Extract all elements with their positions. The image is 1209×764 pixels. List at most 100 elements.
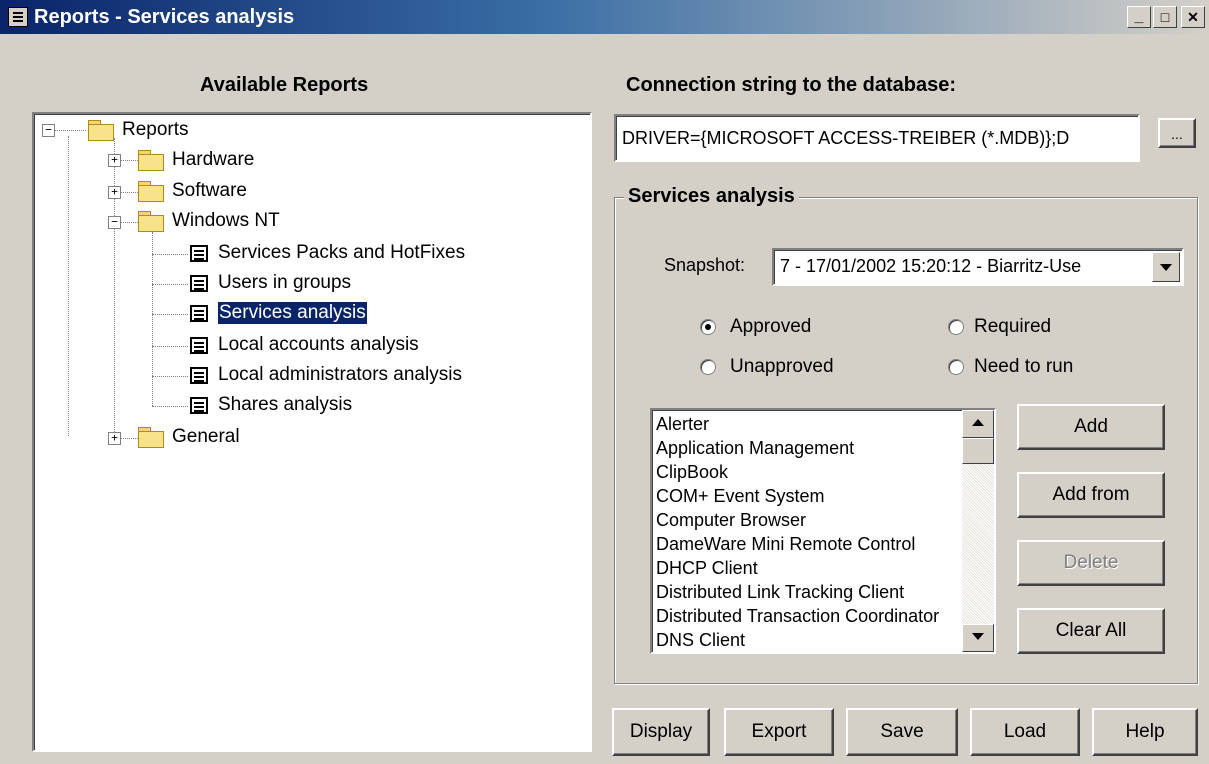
window-title: Reports - Services analysis bbox=[34, 6, 295, 28]
reports-tree[interactable]: − + + − + Reports Hardware Software Wind… bbox=[32, 112, 592, 752]
list-item[interactable]: Alerter bbox=[656, 412, 962, 436]
tree-node-label: Software bbox=[172, 180, 247, 201]
folder-icon bbox=[138, 427, 164, 448]
radio-icon bbox=[700, 359, 716, 375]
services-listbox[interactable]: Alerter Application Management ClipBook … bbox=[650, 408, 996, 654]
expand-icon[interactable]: + bbox=[108, 432, 121, 445]
radio-icon bbox=[948, 319, 964, 335]
tree-node-label: Local accounts analysis bbox=[218, 334, 419, 355]
folder-icon bbox=[138, 181, 164, 202]
tree-line bbox=[152, 314, 188, 315]
tree-node-label-selected: Services analysis bbox=[217, 301, 368, 325]
radio-selected-icon bbox=[700, 319, 716, 335]
tree-node-local-administrators[interactable]: Local administrators analysis bbox=[190, 361, 462, 389]
snapshot-label: Snapshot: bbox=[664, 255, 746, 275]
scroll-down-icon[interactable] bbox=[962, 624, 994, 652]
chevron-down-icon[interactable] bbox=[1152, 252, 1180, 282]
tree-node-label: Windows NT bbox=[172, 210, 280, 231]
radio-label: Unapproved bbox=[730, 356, 834, 377]
tree-node-windows-nt[interactable]: Windows NT bbox=[138, 207, 280, 235]
tree-node-users-in-groups[interactable]: Users in groups bbox=[190, 269, 351, 297]
help-button[interactable]: Help bbox=[1092, 708, 1198, 756]
radio-unapproved[interactable]: Unapproved bbox=[700, 356, 834, 378]
tree-node-shares-analysis[interactable]: Shares analysis bbox=[190, 391, 352, 419]
tree-line bbox=[152, 376, 188, 377]
tree-line bbox=[54, 130, 86, 131]
folder-icon bbox=[138, 150, 164, 171]
minimize-button[interactable]: _ bbox=[1127, 6, 1151, 28]
tree-node-label: Shares analysis bbox=[218, 394, 353, 415]
collapse-icon[interactable]: − bbox=[108, 216, 121, 229]
tree-node-local-accounts[interactable]: Local accounts analysis bbox=[190, 331, 419, 359]
report-icon bbox=[190, 274, 208, 292]
expand-icon[interactable]: + bbox=[108, 186, 121, 199]
delete-button[interactable]: Delete bbox=[1017, 540, 1165, 586]
report-icon bbox=[190, 336, 208, 354]
display-button[interactable]: Display bbox=[612, 708, 710, 756]
tree-line bbox=[152, 284, 188, 285]
folder-icon bbox=[88, 120, 114, 141]
maximize-button[interactable]: □ bbox=[1153, 6, 1177, 28]
snapshot-select-value: 7 - 17/01/2002 15:20:12 - Biarritz-Use bbox=[780, 256, 1082, 276]
load-button[interactable]: Load bbox=[970, 708, 1080, 756]
report-icon bbox=[190, 396, 208, 414]
save-button[interactable]: Save bbox=[846, 708, 958, 756]
radio-label: Approved bbox=[730, 316, 812, 337]
tree-line bbox=[152, 406, 188, 407]
export-button[interactable]: Export bbox=[724, 708, 834, 756]
services-analysis-group-title: Services analysis bbox=[624, 185, 799, 208]
tree-line bbox=[152, 254, 188, 255]
services-list: Alerter Application Management ClipBook … bbox=[656, 412, 962, 652]
tree-line bbox=[114, 138, 115, 438]
radio-label: Need to run bbox=[974, 356, 1074, 377]
tree-node-label: Users in groups bbox=[218, 272, 352, 293]
list-item[interactable]: Distributed Transaction Coordinator bbox=[656, 604, 962, 628]
connection-string-label: Connection string to the database: bbox=[626, 74, 957, 96]
expand-icon[interactable]: + bbox=[108, 154, 121, 167]
snapshot-select[interactable]: 7 - 17/01/2002 15:20:12 - Biarritz-Use bbox=[772, 248, 1184, 286]
tree-node-label: General bbox=[172, 426, 240, 447]
connection-string-input[interactable]: DRIVER={MICROSOFT ACCESS-TREIBER (*.MDB)… bbox=[614, 114, 1140, 162]
window-app-icon[interactable] bbox=[8, 7, 28, 27]
tree-node-label: Local administrators analysis bbox=[218, 364, 462, 385]
tree-line bbox=[68, 136, 69, 436]
browse-button[interactable]: ... bbox=[1158, 118, 1196, 148]
tree-line bbox=[152, 346, 188, 347]
tree-node-label: Services Packs and HotFixes bbox=[218, 242, 466, 263]
list-item[interactable]: COM+ Event System bbox=[656, 484, 962, 508]
clear-all-button[interactable]: Clear All bbox=[1017, 608, 1165, 654]
tree-node-services-packs[interactable]: Services Packs and HotFixes bbox=[190, 239, 465, 267]
tree-node-label: Hardware bbox=[172, 149, 255, 170]
list-item[interactable]: DNS Client bbox=[656, 628, 962, 652]
radio-icon bbox=[948, 359, 964, 375]
list-item[interactable]: Application Management bbox=[656, 436, 962, 460]
radio-approved[interactable]: Approved bbox=[700, 316, 811, 338]
available-reports-heading: Available Reports bbox=[200, 74, 369, 96]
radio-need-to-run[interactable]: Need to run bbox=[948, 356, 1073, 378]
list-item[interactable]: Distributed Link Tracking Client bbox=[656, 580, 962, 604]
list-item[interactable]: DameWare Mini Remote Control bbox=[656, 532, 962, 556]
radio-required[interactable]: Required bbox=[948, 316, 1051, 338]
scrollbar-thumb[interactable] bbox=[962, 438, 994, 464]
collapse-icon[interactable]: − bbox=[42, 124, 55, 137]
report-icon bbox=[190, 304, 208, 322]
report-icon bbox=[190, 366, 208, 384]
list-item[interactable]: ClipBook bbox=[656, 460, 962, 484]
close-button[interactable]: ✕ bbox=[1181, 6, 1205, 28]
folder-icon bbox=[138, 211, 164, 232]
tree-node-general[interactable]: General bbox=[138, 423, 240, 451]
tree-node-reports[interactable]: Reports bbox=[88, 116, 189, 144]
report-icon bbox=[190, 244, 208, 262]
tree-node-label: Reports bbox=[122, 119, 189, 140]
radio-label: Required bbox=[974, 316, 1052, 337]
list-item[interactable]: DHCP Client bbox=[656, 556, 962, 580]
tree-node-software[interactable]: Software bbox=[138, 177, 247, 205]
list-item[interactable]: Computer Browser bbox=[656, 508, 962, 532]
title-bar: Reports - Services analysis _ □ ✕ bbox=[0, 0, 1209, 34]
scroll-up-icon[interactable] bbox=[962, 410, 994, 438]
add-button[interactable]: Add bbox=[1017, 404, 1165, 450]
tree-line bbox=[152, 232, 153, 406]
tree-node-hardware[interactable]: Hardware bbox=[138, 146, 254, 174]
add-from-button[interactable]: Add from bbox=[1017, 472, 1165, 518]
tree-node-services-analysis[interactable]: Services analysis bbox=[190, 299, 368, 327]
